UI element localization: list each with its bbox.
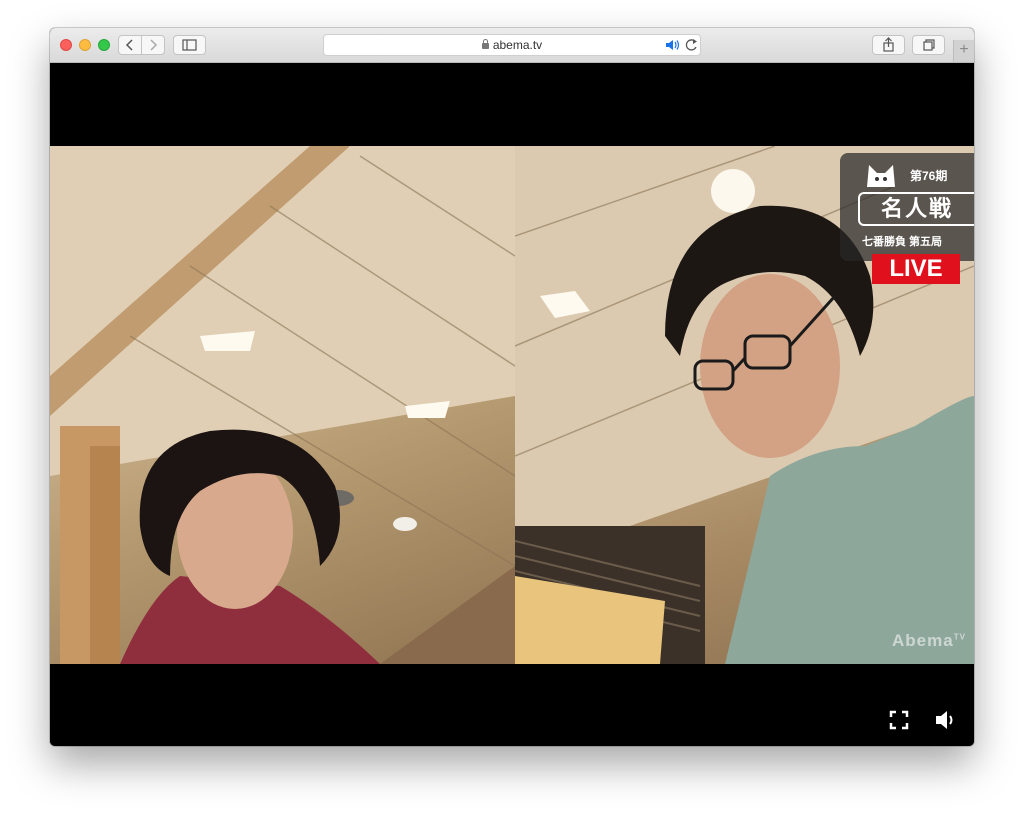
zoom-window-button[interactable]: [98, 39, 110, 51]
season-label: 第76期: [910, 169, 948, 183]
speaker-icon: [666, 40, 680, 50]
player-left-image: [50, 146, 515, 664]
tabs-icon: [923, 39, 935, 51]
show-tabs-button[interactable]: [912, 35, 945, 55]
abema-mascot-icon: [865, 163, 897, 189]
browser-toolbar: abema.tv +: [50, 28, 974, 63]
event-title: 名人戦: [858, 192, 974, 226]
back-button[interactable]: [118, 35, 142, 55]
watermark-suffix: TV: [953, 632, 966, 642]
abema-watermark: AbemaTV: [892, 631, 966, 651]
live-badge: LIVE: [872, 254, 960, 284]
sidebar-icon: [182, 39, 197, 51]
lock-icon: [481, 39, 489, 49]
audio-playing-button[interactable]: [665, 39, 681, 51]
sidebar-button[interactable]: [173, 35, 206, 55]
chevron-left-icon: [125, 39, 133, 51]
video-feed-left: [50, 146, 515, 664]
fullscreen-icon: [889, 710, 909, 730]
volume-icon: [936, 711, 953, 729]
round-label: 七番勝負 第五局: [862, 236, 943, 248]
browser-window: abema.tv + 第76期 名人戦 七番勝負 第五局 LIVE AbemaT…: [50, 28, 974, 746]
new-tab-button[interactable]: +: [953, 40, 974, 62]
fullscreen-button[interactable]: [889, 710, 909, 730]
close-window-button[interactable]: [60, 39, 72, 51]
reload-icon: [685, 39, 697, 51]
share-button[interactable]: [872, 35, 905, 55]
minimize-window-button[interactable]: [79, 39, 91, 51]
volume-button[interactable]: [934, 709, 958, 731]
share-icon: [883, 37, 894, 52]
forward-button[interactable]: [141, 35, 165, 55]
watermark-text: Abema: [892, 631, 954, 650]
reload-button[interactable]: [685, 38, 698, 52]
address-text: abema.tv: [492, 38, 543, 52]
address-bar[interactable]: abema.tv: [323, 34, 701, 56]
video-player[interactable]: 第76期 名人戦 七番勝負 第五局 LIVE AbemaTV: [50, 63, 974, 746]
chevron-right-icon: [150, 39, 158, 51]
